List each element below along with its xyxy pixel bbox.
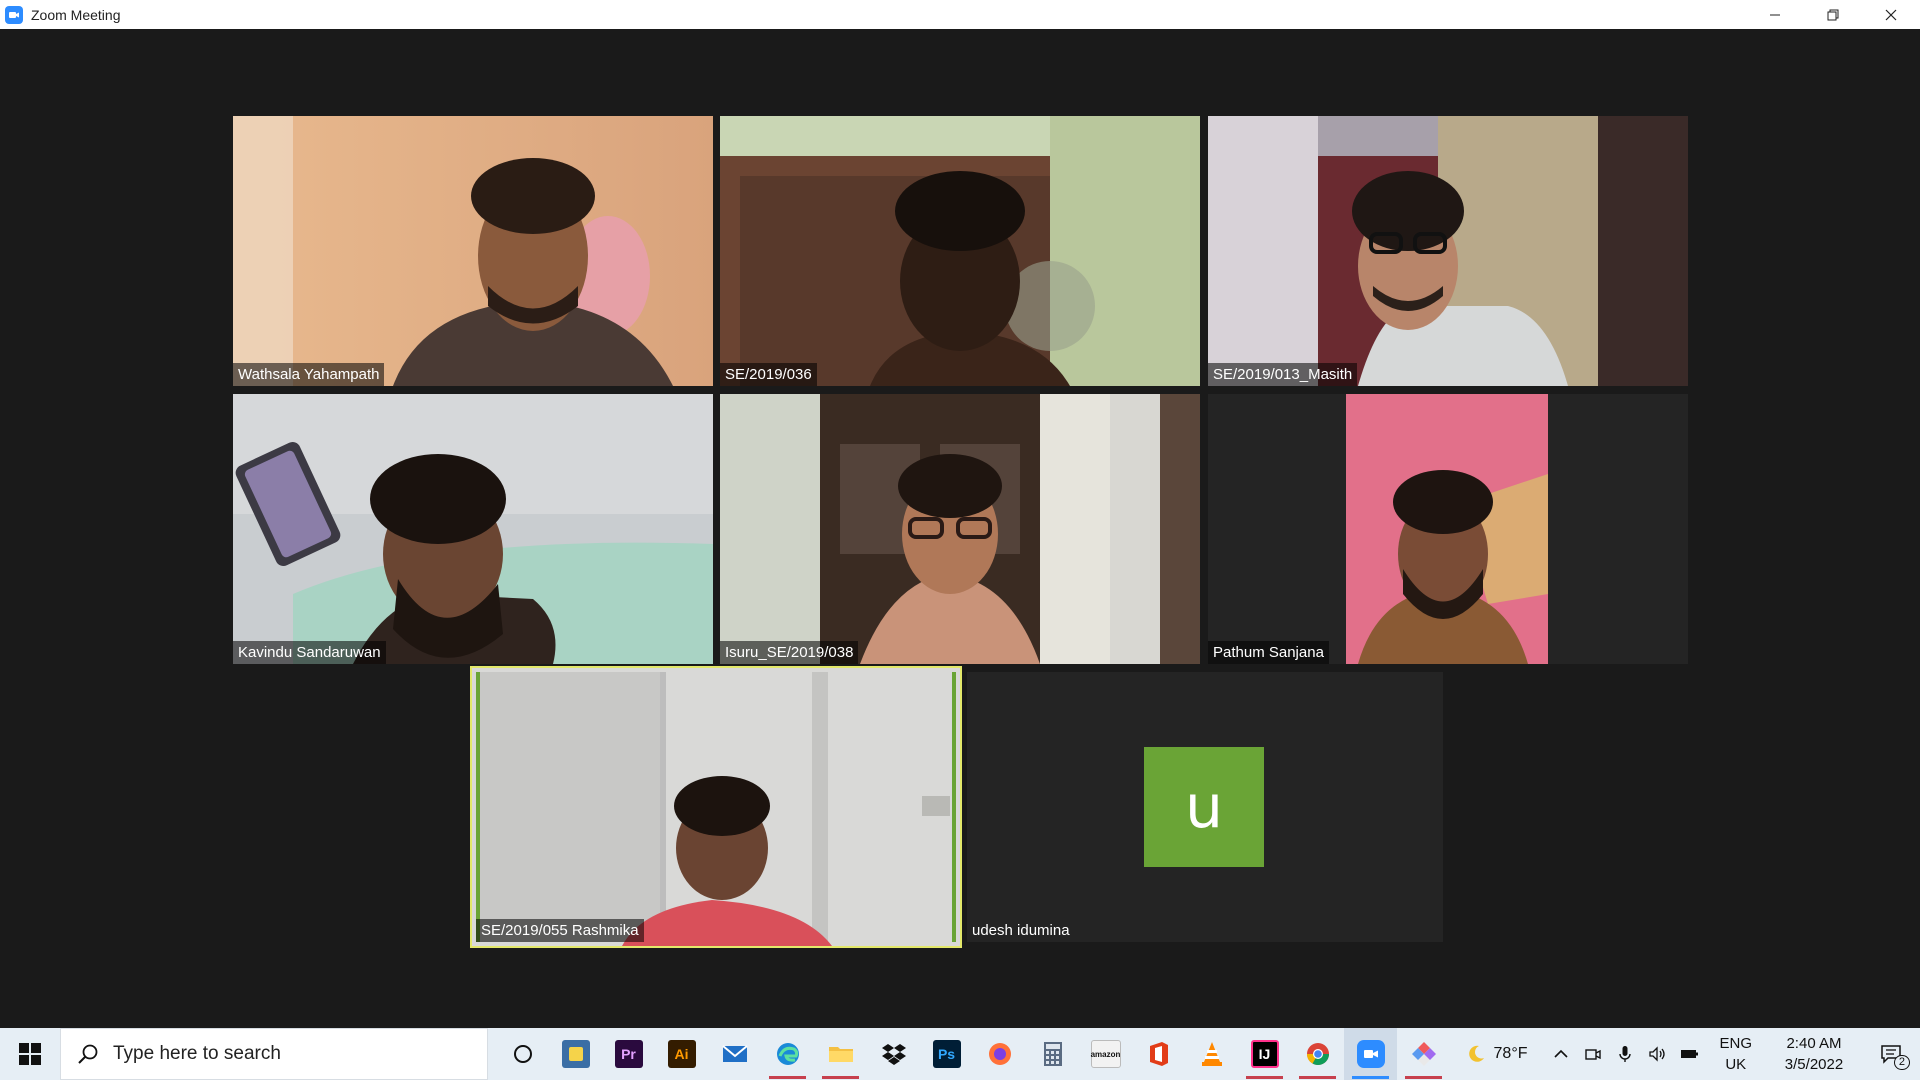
participant-avatar: u xyxy=(1144,747,1264,867)
battery-icon xyxy=(1681,1050,1699,1058)
restore-icon xyxy=(1827,9,1839,20)
close-icon xyxy=(1885,9,1897,20)
task-view-button[interactable] xyxy=(496,1028,549,1080)
participant-tile[interactable]: Pathum Sanjana xyxy=(1208,394,1688,664)
vlc-icon xyxy=(1201,1042,1222,1066)
system-tray: 78°F ENG UK 2:40 AM 3/5/2022 2 xyxy=(1460,1028,1920,1080)
participant-name: Isuru_SE/2019/038 xyxy=(720,641,859,664)
weather-temp: 78°F xyxy=(1493,1045,1528,1062)
python-idle-icon xyxy=(561,1040,590,1068)
zoom-app-icon xyxy=(5,5,23,24)
taskbar-app-edge[interactable] xyxy=(761,1028,814,1080)
participant-tile[interactable]: SE/2019/036 xyxy=(720,116,1200,386)
participant-video xyxy=(1208,394,1688,664)
firefox-icon xyxy=(988,1043,1011,1065)
zoom-icon xyxy=(1356,1040,1385,1068)
edge-icon xyxy=(776,1043,799,1065)
participant-name: Kavindu Sandaruwan xyxy=(233,641,386,664)
minimize-button[interactable] xyxy=(1746,0,1804,29)
taskbar-app-firefox[interactable] xyxy=(973,1028,1026,1080)
camera-icon xyxy=(1585,1049,1602,1060)
participant-video xyxy=(720,394,1200,664)
participant-video xyxy=(233,116,713,386)
taskbar-app-premiere-pro[interactable]: Pr xyxy=(602,1028,655,1080)
participant-tile[interactable]: Wathsala Yahampath xyxy=(233,116,713,386)
photoshop-icon: Ps xyxy=(932,1040,961,1068)
clock[interactable]: 2:40 AM 3/5/2022 xyxy=(1766,1033,1862,1075)
taskbar-app-intellij[interactable]: IJ xyxy=(1238,1028,1291,1080)
git-kraken-icon xyxy=(1411,1042,1436,1066)
participant-tile[interactable]: Kavindu Sandaruwan xyxy=(233,394,713,664)
participant-name: Pathum Sanjana xyxy=(1208,641,1329,664)
close-button[interactable] xyxy=(1862,0,1920,29)
intellij-icon: IJ xyxy=(1250,1040,1279,1068)
participant-video xyxy=(233,394,713,664)
clock-time: 2:40 AM xyxy=(1786,1035,1842,1052)
participant-video xyxy=(720,116,1200,386)
windows-logo-icon xyxy=(19,1043,41,1065)
participant-tile[interactable]: u udesh idumina xyxy=(967,672,1443,942)
participant-tile-active-speaker[interactable]: SE/2019/055 Rashmika xyxy=(470,666,962,948)
illustrator-icon: Ai xyxy=(667,1040,696,1068)
task-view-icon xyxy=(513,1045,532,1063)
start-button[interactable] xyxy=(0,1028,60,1080)
participant-name: SE/2019/055 Rashmika xyxy=(476,919,644,942)
show-hidden-icons-button[interactable] xyxy=(1545,1028,1577,1080)
calculator-icon xyxy=(1043,1042,1062,1066)
search-input[interactable] xyxy=(113,1043,473,1065)
participant-name: udesh idumina xyxy=(972,922,1070,939)
moon-icon xyxy=(1468,1045,1484,1062)
taskbar-app-chrome[interactable] xyxy=(1291,1028,1344,1080)
taskbar-search[interactable] xyxy=(60,1028,488,1080)
dropbox-icon xyxy=(881,1044,906,1065)
participant-name: SE/2019/013_Masith xyxy=(1208,363,1358,386)
search-icon xyxy=(78,1044,98,1064)
pinned-apps: Pr Ai Ps amazon IJ xyxy=(496,1028,1450,1080)
battery-button[interactable] xyxy=(1673,1028,1705,1080)
taskbar-app-file-explorer[interactable] xyxy=(814,1028,867,1080)
taskbar-app-office[interactable] xyxy=(1132,1028,1185,1080)
microphone-button[interactable] xyxy=(1609,1028,1641,1080)
clock-date: 3/5/2022 xyxy=(1784,1056,1844,1073)
participant-video xyxy=(472,668,960,946)
folder-icon xyxy=(828,1047,853,1062)
chevron-up-icon xyxy=(1554,1049,1569,1058)
amazon-icon: amazon xyxy=(1090,1040,1121,1068)
meeting-gallery: Wathsala Yahampath SE/2019/036 SE/2019/0… xyxy=(0,29,1920,1028)
windows-taskbar: Pr Ai Ps amazon xyxy=(0,1028,1920,1080)
participant-name: Wathsala Yahampath xyxy=(233,363,385,386)
taskbar-app-illustrator[interactable]: Ai xyxy=(655,1028,708,1080)
language-code: ENG xyxy=(1719,1035,1752,1052)
taskbar-app-python-idle[interactable] xyxy=(549,1028,602,1080)
input-language-button[interactable]: ENG UK xyxy=(1711,1033,1760,1075)
taskbar-app-git-kraken[interactable] xyxy=(1397,1028,1450,1080)
chrome-icon xyxy=(1306,1043,1329,1065)
participant-tile[interactable]: Isuru_SE/2019/038 xyxy=(720,394,1200,664)
taskbar-app-mail[interactable] xyxy=(708,1028,761,1080)
title-bar: Zoom Meeting xyxy=(0,0,1920,29)
taskbar-app-photoshop[interactable]: Ps xyxy=(920,1028,973,1080)
participant-name: SE/2019/036 xyxy=(720,363,817,386)
volume-button[interactable] xyxy=(1641,1028,1673,1080)
taskbar-app-dropbox[interactable] xyxy=(867,1028,920,1080)
premiere-pro-icon: Pr xyxy=(614,1040,643,1068)
keyboard-layout: UK xyxy=(1725,1056,1747,1073)
notification-count-badge: 2 xyxy=(1893,1055,1910,1070)
mail-icon xyxy=(721,1045,748,1062)
participant-tile[interactable]: SE/2019/013_Masith xyxy=(1208,116,1688,386)
taskbar-app-zoom[interactable] xyxy=(1344,1028,1397,1080)
office-icon xyxy=(1149,1042,1168,1066)
restore-button[interactable] xyxy=(1804,0,1862,29)
minimize-icon xyxy=(1770,14,1780,15)
window-title: Zoom Meeting xyxy=(31,6,121,23)
taskbar-app-amazon[interactable]: amazon xyxy=(1079,1028,1132,1080)
speaker-icon xyxy=(1649,1046,1666,1062)
meet-now-button[interactable] xyxy=(1577,1028,1609,1080)
action-center-button[interactable]: 2 xyxy=(1862,1028,1920,1080)
participant-video xyxy=(1208,116,1688,386)
taskbar-app-vlc[interactable] xyxy=(1185,1028,1238,1080)
microphone-icon xyxy=(1619,1046,1632,1062)
taskbar-app-calculator[interactable] xyxy=(1026,1028,1079,1080)
weather-widget[interactable]: 78°F xyxy=(1460,1028,1534,1080)
